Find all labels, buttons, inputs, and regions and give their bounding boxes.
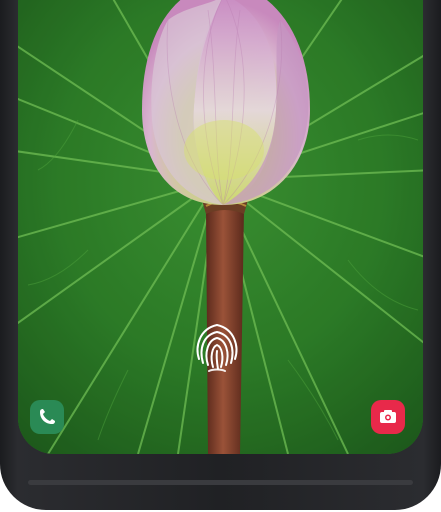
lotus-wallpaper xyxy=(18,0,423,454)
phone-shortcut-button[interactable] xyxy=(30,400,64,434)
lock-screen xyxy=(18,0,423,454)
phone-frame xyxy=(0,0,441,510)
phone-bottom-bezel xyxy=(28,480,413,485)
camera-icon xyxy=(380,410,396,423)
phone-icon xyxy=(40,409,55,424)
camera-shortcut-button[interactable] xyxy=(371,400,405,434)
fingerprint-icon[interactable] xyxy=(191,317,243,377)
